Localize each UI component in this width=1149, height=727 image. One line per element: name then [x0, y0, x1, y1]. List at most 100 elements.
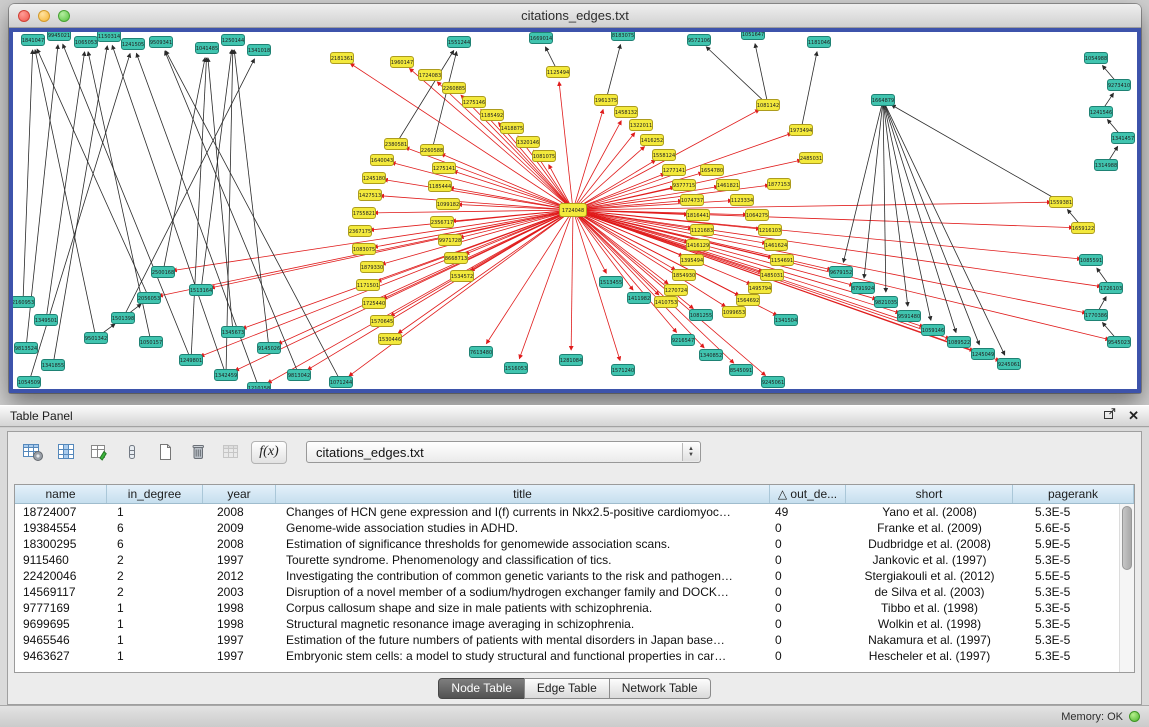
network-node[interactable]: 1416252	[641, 135, 664, 146]
network-node[interactable]: 1461821	[717, 180, 740, 191]
network-node[interactable]: 1065053	[75, 37, 98, 48]
network-node[interactable]: 2367175	[349, 226, 372, 237]
network-node[interactable]: 1054988	[1085, 53, 1108, 64]
network-node[interactable]: 1961375	[595, 95, 618, 106]
network-node[interactable]: 1501398	[112, 313, 135, 324]
edge[interactable]	[519, 210, 573, 359]
network-node[interactable]: 1320146	[517, 137, 540, 148]
network-node[interactable]: 1125494	[547, 67, 570, 78]
network-node[interactable]: 1495794	[749, 283, 772, 294]
network-node[interactable]: 1349501	[35, 315, 58, 326]
network-node[interactable]: 1059146	[922, 325, 945, 336]
table-row[interactable]: 1938455462009Genome-wide association stu…	[15, 520, 1119, 536]
edge[interactable]	[268, 210, 573, 383]
network-node[interactable]: 1250144	[222, 35, 245, 46]
network-node[interactable]: 1960147	[391, 57, 414, 68]
table-row[interactable]: 946362711997Embryonic stem cells: a mode…	[15, 648, 1119, 664]
column-header-name[interactable]: name	[15, 485, 107, 503]
network-node[interactable]: 1816441	[687, 210, 710, 221]
network-node[interactable]: 1270724	[665, 285, 688, 296]
minimize-window-button[interactable]	[38, 10, 50, 22]
network-node[interactable]: 1755821	[353, 208, 376, 219]
network-node[interactable]: 1530446	[379, 334, 402, 345]
network-node[interactable]: 1185492	[481, 110, 504, 121]
network-node[interactable]: 1726103	[1100, 283, 1123, 294]
tab-edge-table[interactable]: Edge Table	[524, 678, 610, 699]
network-node[interactable]: 1121683	[691, 225, 714, 236]
network-node[interactable]: 9945021	[48, 32, 71, 41]
edge[interactable]	[801, 52, 817, 130]
table-mode-button[interactable]	[20, 440, 46, 465]
network-node[interactable]: 1241546	[1090, 107, 1113, 118]
edge[interactable]	[201, 50, 232, 290]
network-node[interactable]: 1411982	[628, 293, 651, 304]
network-node[interactable]: 2500168	[152, 267, 175, 278]
network-node[interactable]: 8183075	[612, 32, 635, 41]
network-node[interactable]: 1345673	[222, 327, 245, 338]
network-node[interactable]: 9245061	[762, 377, 785, 388]
table-scrollbar-thumb[interactable]	[1122, 506, 1132, 570]
network-node[interactable]: 1071244	[330, 377, 353, 388]
show-columns-button[interactable]	[53, 440, 79, 465]
network-node[interactable]: 1277141	[663, 165, 686, 176]
network-node[interactable]: 9591480	[898, 311, 921, 322]
network-node[interactable]: 9545023	[1108, 337, 1131, 348]
network-node[interactable]: 1416129	[687, 240, 710, 251]
edge[interactable]	[234, 50, 269, 348]
edge[interactable]	[235, 210, 573, 371]
network-node[interactable]: 9572106	[688, 35, 711, 46]
network-node[interactable]: 1341018	[248, 45, 271, 56]
table-row[interactable]: 911546021997Tourette syndrome. Phenomeno…	[15, 552, 1119, 568]
delete-table-button[interactable]	[185, 440, 211, 465]
network-node[interactable]: 9813524	[15, 343, 38, 354]
network-node[interactable]: 1216103	[759, 225, 782, 236]
network-node[interactable]: 1064275	[746, 210, 769, 221]
edge[interactable]	[559, 82, 573, 210]
network-node[interactable]: 2260885	[443, 83, 466, 94]
network-node[interactable]: 1564692	[737, 295, 760, 306]
network-node[interactable]: 1074737	[681, 195, 704, 206]
edge[interactable]	[883, 100, 886, 292]
network-node[interactable]: 1081142	[757, 100, 780, 111]
column-header-in_degree[interactable]: in_degree	[107, 485, 203, 503]
network-node[interactable]: 1551244	[448, 37, 471, 48]
network-node[interactable]: 1171501	[357, 280, 380, 291]
network-node[interactable]: 1249801	[180, 355, 203, 366]
table-row[interactable]: 946554611997Estimation of the future num…	[15, 632, 1119, 648]
network-node[interactable]: 1275146	[463, 97, 486, 108]
network-node[interactable]: 1322011	[630, 120, 653, 131]
import-table-button[interactable]	[218, 440, 244, 465]
network-node[interactable]: 1241505	[122, 39, 145, 50]
edge[interactable]	[573, 210, 751, 284]
column-header-title[interactable]: title	[276, 485, 770, 503]
column-header-pagerank[interactable]: pagerank	[1013, 485, 1134, 503]
network-node[interactable]: 1458132	[615, 107, 638, 118]
network-node[interactable]: 1099182	[437, 199, 460, 210]
network-node[interactable]: 1210158	[248, 383, 271, 390]
network-node[interactable]: 8668713	[445, 253, 468, 264]
edge[interactable]	[23, 50, 33, 302]
network-node[interactable]: 1570645	[371, 316, 394, 327]
network-node[interactable]: 1513164	[190, 285, 213, 296]
network-node[interactable]: 1461624	[765, 240, 788, 251]
network-node[interactable]: 1664879	[872, 95, 895, 106]
network-node[interactable]: 1485031	[761, 270, 784, 281]
network-node[interactable]: 1877153	[768, 179, 791, 190]
network-node[interactable]: 1879330	[361, 262, 384, 273]
column-header-short[interactable]: short	[846, 485, 1013, 503]
edge[interactable]	[755, 44, 768, 105]
edge[interactable]	[278, 210, 573, 344]
network-node[interactable]: 9509341	[150, 37, 173, 48]
network-node[interactable]: 1724083	[419, 70, 442, 81]
network-node[interactable]: 8791924	[852, 283, 875, 294]
network-node[interactable]: 1341504	[775, 315, 798, 326]
table-row[interactable]: 1456911722003Disruption of a novel membe…	[15, 584, 1119, 600]
network-node[interactable]: 1341855	[42, 360, 65, 371]
network-node[interactable]: 1089522	[948, 337, 971, 348]
network-node[interactable]: 1054509	[18, 377, 41, 388]
table-scrollbar[interactable]	[1119, 504, 1134, 672]
network-node[interactable]: 2056053	[138, 293, 161, 304]
network-node[interactable]: 1154691	[771, 255, 794, 266]
network-node[interactable]: 9145026	[258, 343, 281, 354]
network-node[interactable]: 9501342	[85, 333, 108, 344]
